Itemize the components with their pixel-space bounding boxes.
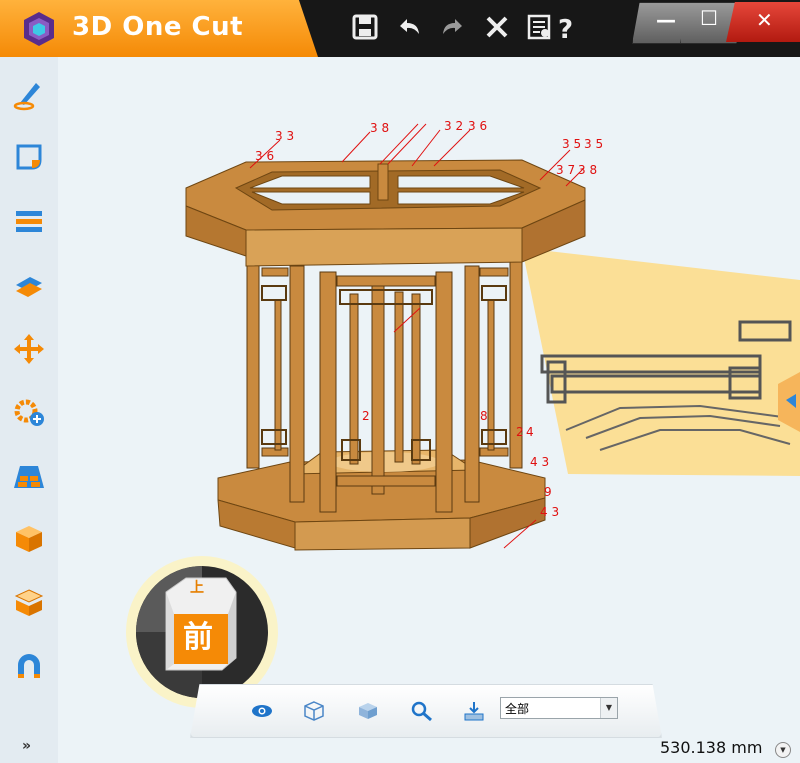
zoom-icon[interactable] [410, 700, 434, 722]
model-scene: 3 3 3 6 3 8 3 2 3 6 3 5 3 5 3 7 3 8 2 8 … [185, 119, 800, 551]
panel-collapse-tab[interactable] [764, 372, 800, 432]
import-icon[interactable] [462, 700, 486, 722]
lantern-top [185, 159, 586, 267]
dimension-label: 3 6 [468, 119, 487, 133]
dimension-label: 3 8 [578, 163, 597, 177]
dimension-label: 3 5 [584, 137, 603, 151]
dimension-label: 8 [480, 409, 488, 423]
dimension-label: 3 2 [444, 119, 463, 133]
zoom-readout: 530.138 mm [660, 738, 763, 757]
dimension-label: 3 8 [370, 121, 389, 135]
dimension-label: 2 [362, 409, 370, 423]
dimension-label: 3 3 [275, 129, 294, 143]
dimension-label: 3 6 [255, 149, 274, 163]
cutting-sheet [522, 248, 800, 476]
dimension-label: 3 7 [556, 163, 575, 177]
filter-select-value: 全部 [505, 702, 530, 716]
shaded-cube-icon[interactable] [356, 700, 380, 722]
chevron-down-icon[interactable]: ▼ [600, 698, 617, 718]
dimension-label: 4 3 [530, 455, 549, 469]
zoom-dropdown-icon[interactable]: ▼ [775, 742, 791, 758]
cube-front-face[interactable]: 前 [175, 617, 221, 659]
dimension-label: 2 [516, 425, 524, 439]
cube-top-face[interactable]: 上 [190, 577, 204, 597]
filter-select[interactable]: 全部 ▼ [500, 697, 618, 719]
dimension-label: 4 3 [540, 505, 559, 519]
eye-icon[interactable] [250, 700, 274, 722]
dimension-label: 3 5 [562, 137, 581, 151]
wireframe-cube-icon[interactable] [302, 700, 326, 722]
dimension-label: 9 [544, 485, 552, 499]
dimension-label: 4 [526, 425, 534, 439]
